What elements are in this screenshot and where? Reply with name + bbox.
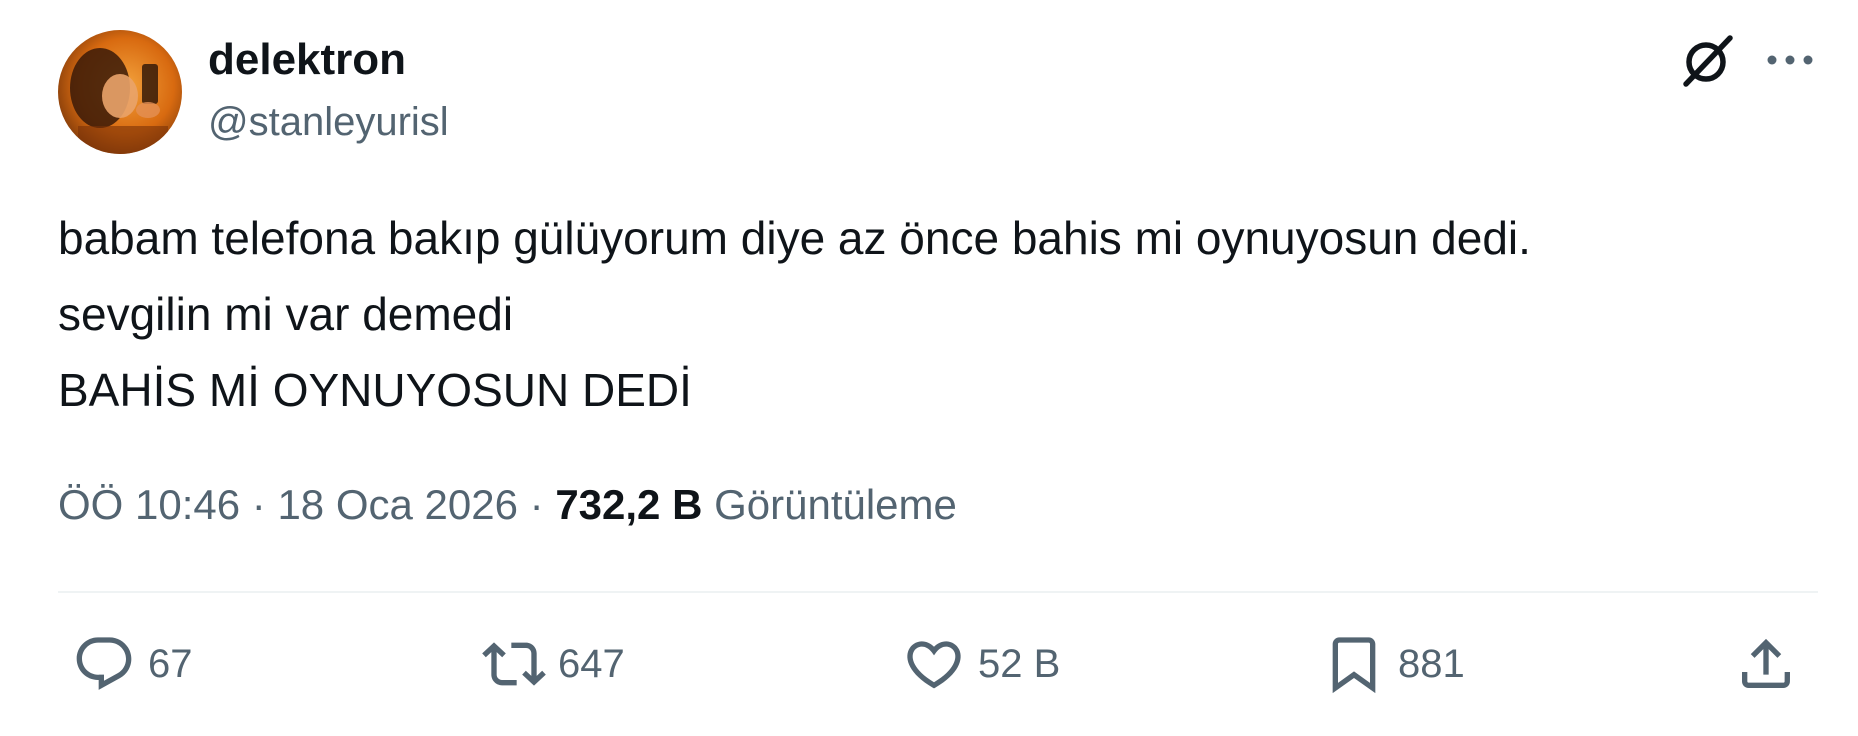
retweet-button[interactable]: 647 [482,628,625,700]
tweet-text: babam telefona bakıp gülüyorum diye az ö… [58,200,1818,428]
display-name[interactable]: delektron [208,34,406,86]
reply-icon [76,637,132,690]
divider [58,591,1818,593]
tweet-text-line: babam telefona bakıp gülüyorum diye az ö… [58,212,1531,264]
tweet-card: delektron @stanleyurisl babam telefona b… [0,0,1858,736]
bookmark-count: 881 [1398,642,1465,686]
avatar-image [58,30,182,154]
retweet-icon [482,642,546,686]
tweet-text-line: BAHİS Mİ OYNUYOSUN DEDİ [58,364,692,416]
retweet-count: 647 [558,642,625,686]
user-handle[interactable]: @stanleyurisl [208,98,449,146]
views-label[interactable]: Görüntüleme [714,481,957,528]
grok-icon[interactable] [1678,30,1738,90]
action-bar: 67 647 52 B 881 [58,628,1818,700]
share-icon [1742,638,1790,688]
meta-separator: · [251,481,266,528]
views-count[interactable]: 732,2 B [555,481,702,528]
share-button[interactable] [1734,628,1798,700]
tweet-time[interactable]: ÖÖ 10:46 [58,481,240,528]
meta-separator: · [529,481,544,528]
bookmark-button[interactable]: 881 [1322,628,1465,700]
like-button[interactable]: 52 B [902,628,1060,700]
tweet-text-line: sevgilin mi var demedi [58,288,514,340]
tweet-meta: ÖÖ 10:46 · 18 Oca 2026 · 732,2 B Görüntü… [58,480,957,530]
bookmark-icon [1332,637,1376,694]
like-count: 52 B [978,642,1061,686]
reply-button[interactable]: 67 [72,628,193,700]
more-options-icon[interactable] [1762,40,1818,80]
heart-icon [907,641,961,689]
reply-count: 67 [148,642,193,686]
avatar[interactable] [58,30,182,154]
tweet-date[interactable]: 18 Oca 2026 [277,481,518,528]
